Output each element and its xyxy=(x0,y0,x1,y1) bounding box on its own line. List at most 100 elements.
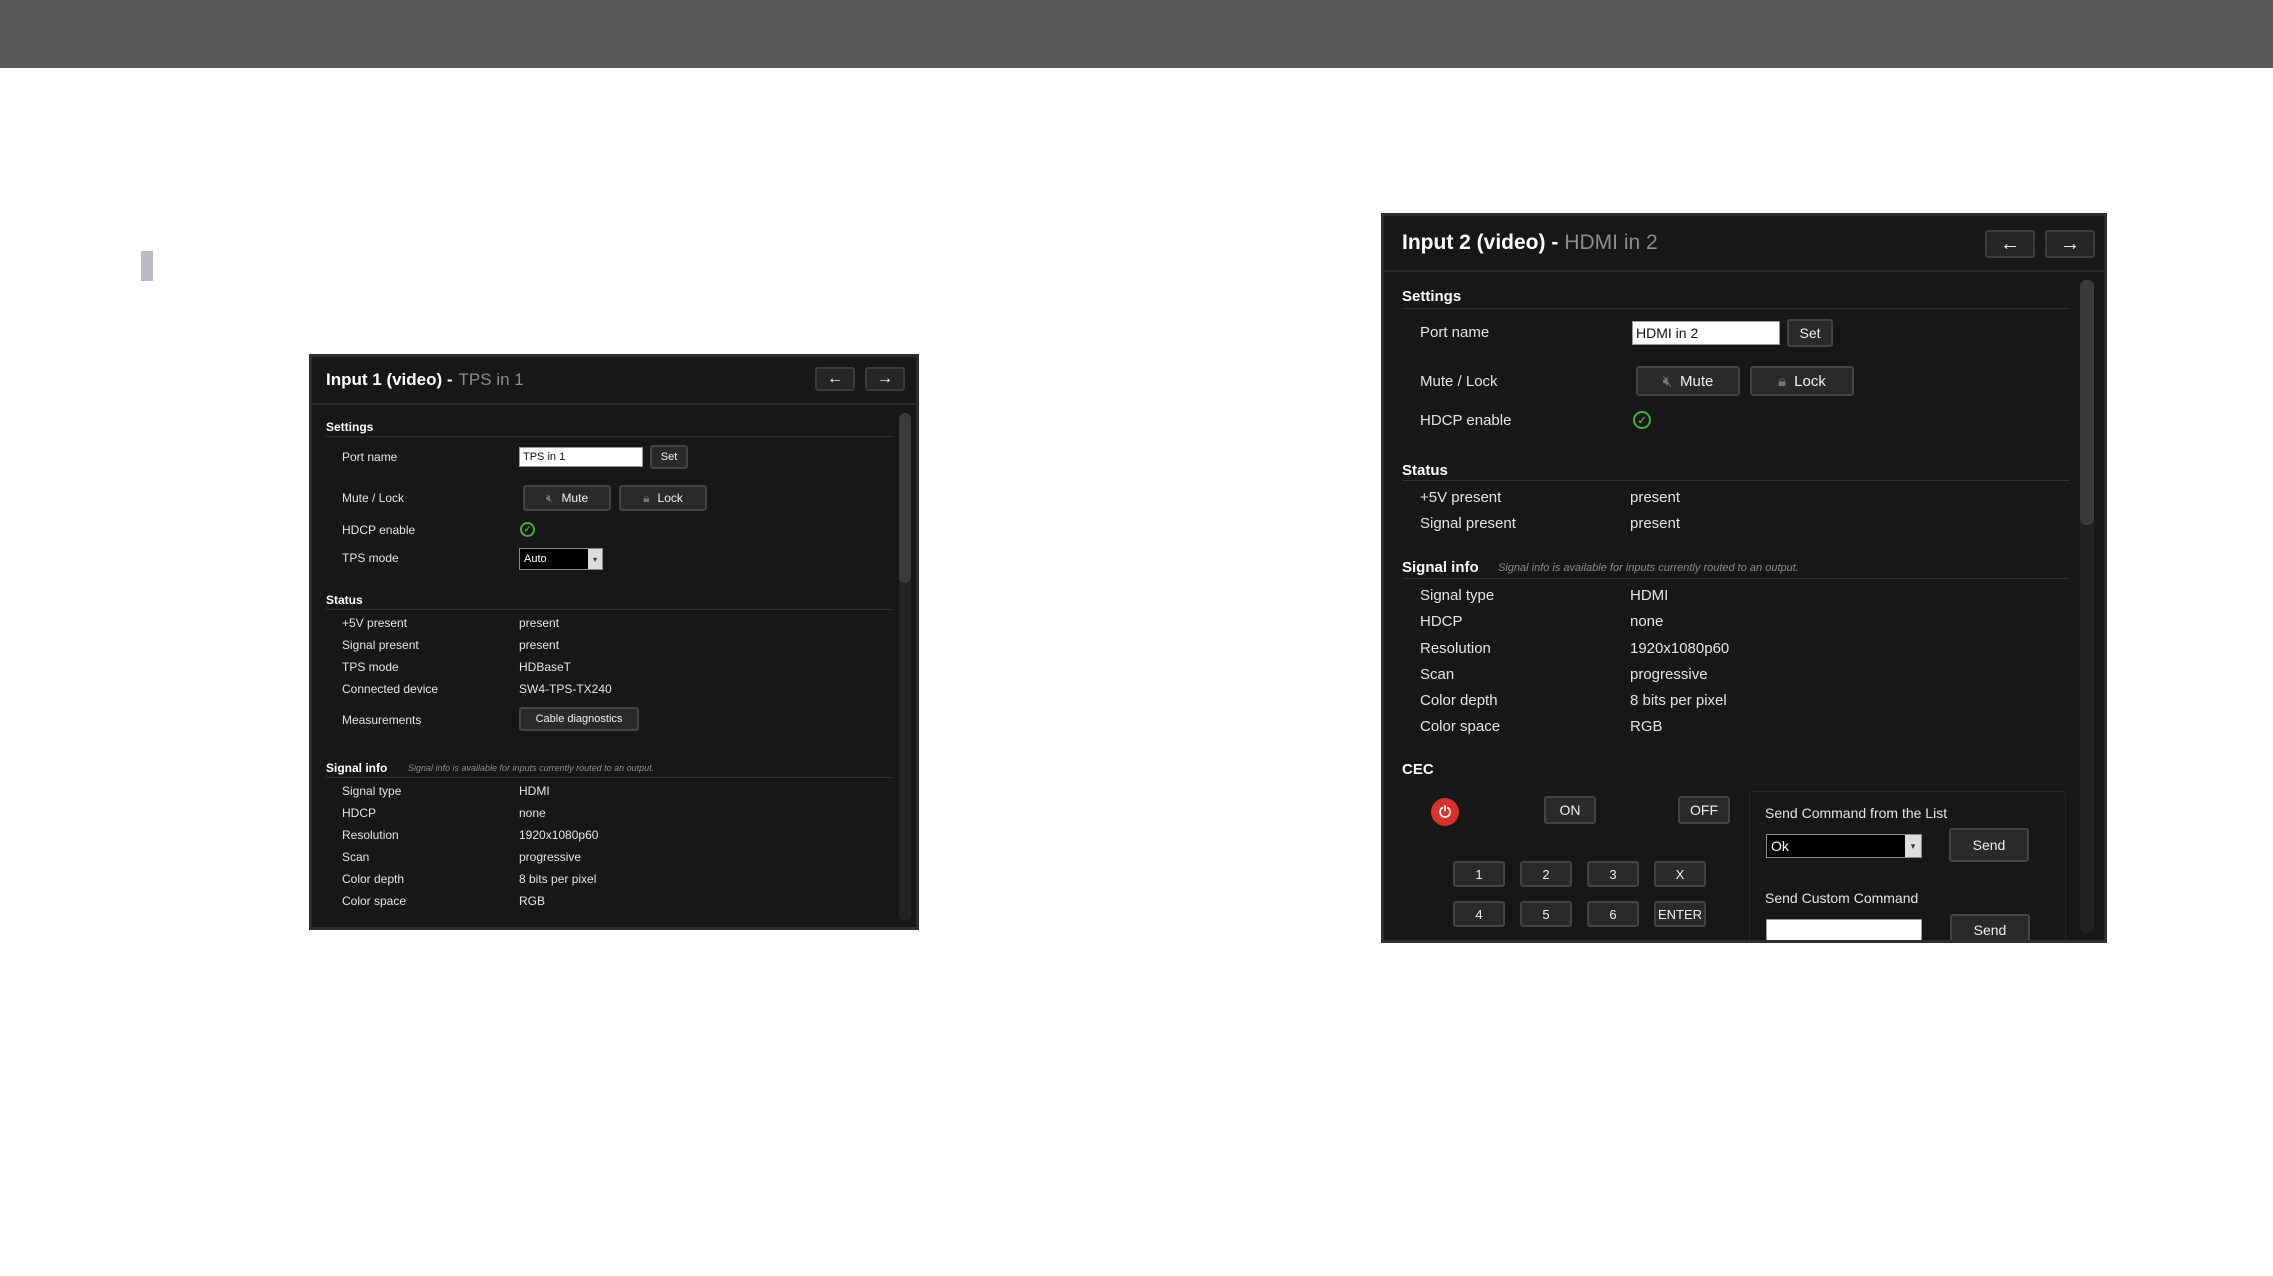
signal-info-label: Resolution xyxy=(1420,640,1491,657)
scrollbar-thumb[interactable] xyxy=(2080,280,2094,525)
lock-label: Lock xyxy=(657,491,683,505)
status-value: present xyxy=(519,616,560,630)
signal-info-label: Signal type xyxy=(1420,587,1495,604)
port-name-input[interactable]: TPS in 1 xyxy=(519,447,643,467)
tps-mode-select[interactable]: Auto ▾ xyxy=(519,548,603,570)
signal-info-label: Signal type xyxy=(342,784,402,798)
mute-button[interactable]: 🔇︎ Mute xyxy=(1636,366,1740,396)
signal-info-value: HDMI xyxy=(519,784,550,798)
chevron-down-icon: ▾ xyxy=(588,549,602,569)
arrow-left-icon: ← xyxy=(2000,232,2020,255)
cec-key-button[interactable]: 1 xyxy=(1453,861,1505,887)
signal-info-label: Scan xyxy=(1420,666,1455,683)
hdcp-enable-label: HDCP enable xyxy=(342,523,416,537)
signal-info-label: HDCP xyxy=(1420,613,1463,630)
signal-info-label: Color space xyxy=(342,894,407,908)
cec-key-button[interactable]: ENTER xyxy=(1654,901,1706,927)
signal-info-value: RGB xyxy=(1630,718,1663,735)
cec-key-button[interactable]: X xyxy=(1654,861,1706,887)
status-value: SW4-TPS-TX240 xyxy=(519,682,612,696)
signal-info-label: HDCP xyxy=(342,806,377,820)
signal-info-heading: Signal info xyxy=(1402,559,1479,576)
prev-port-button[interactable]: ← xyxy=(1985,230,2035,258)
cec-command-value: Ok xyxy=(1771,838,1789,854)
lock-icon: 🔒︎ xyxy=(1778,372,1787,390)
mute-icon: 🔇︎ xyxy=(545,490,554,505)
cable-diagnostics-button[interactable]: Cable diagnostics xyxy=(519,707,639,731)
lock-button[interactable]: 🔒︎ Lock xyxy=(1750,366,1854,396)
signal-info-value: none xyxy=(519,806,546,820)
scrollbar[interactable] xyxy=(899,413,911,921)
signal-info-value: 1920x1080p60 xyxy=(1630,640,1730,657)
cec-off-button[interactable]: OFF xyxy=(1678,796,1730,824)
panel-subtitle: HDMI in 2 xyxy=(1564,231,1658,254)
signal-info-value: RGB xyxy=(519,894,546,908)
chevron-down-icon: ▾ xyxy=(1905,835,1921,857)
send-list-button[interactable]: Send xyxy=(1949,828,2029,862)
next-port-button[interactable]: → xyxy=(865,367,905,391)
cec-on-button[interactable]: ON xyxy=(1544,796,1596,824)
arrow-left-icon: ← xyxy=(827,370,843,387)
cec-key-button[interactable]: 4 xyxy=(1453,901,1505,927)
mute-label: Mute xyxy=(1680,372,1714,390)
mute-lock-label: Mute / Lock xyxy=(1420,373,1498,390)
mute-icon: 🔇︎ xyxy=(1662,372,1673,390)
cec-heading: CEC xyxy=(1402,761,1434,778)
settings-heading: Settings xyxy=(326,420,374,434)
panel-title: Input 2 (video) - xyxy=(1402,231,1559,254)
measurements-label: Measurements xyxy=(342,713,422,727)
cec-key-button[interactable]: 5 xyxy=(1520,901,1572,927)
settings-heading: Settings xyxy=(1402,288,1462,305)
signal-info-value: 1920x1080p60 xyxy=(519,828,599,842)
tps-mode-value: Auto xyxy=(524,553,547,565)
lock-icon: 🔒︎ xyxy=(643,490,650,505)
divider xyxy=(1402,578,2070,579)
arrow-right-icon: → xyxy=(877,370,893,387)
tps-mode-label: TPS mode xyxy=(342,551,399,565)
port-name-label: Port name xyxy=(342,450,398,464)
signal-info-value: 8 bits per pixel xyxy=(519,872,597,886)
signal-info-label: Color depth xyxy=(342,872,405,886)
signal-info-note: Signal info is available for inputs curr… xyxy=(408,763,655,773)
signal-info-value: 8 bits per pixel xyxy=(1630,692,1727,709)
cec-key-button[interactable]: 2 xyxy=(1520,861,1572,887)
status-label: +5V present xyxy=(1420,489,1502,506)
next-port-button[interactable]: → xyxy=(2045,230,2095,258)
status-label: Signal present xyxy=(342,638,419,652)
check-circle-icon[interactable]: ✓ xyxy=(520,522,535,537)
cec-key-button[interactable]: 3 xyxy=(1587,861,1639,887)
port-name-label: Port name xyxy=(1420,324,1490,341)
cec-command-select[interactable]: Ok ▾ xyxy=(1766,834,1922,858)
set-button[interactable]: Set xyxy=(650,445,688,469)
divider xyxy=(326,777,892,778)
custom-command-input[interactable] xyxy=(1766,919,1922,940)
divider xyxy=(326,436,892,437)
mute-label: Mute xyxy=(561,491,589,505)
status-value: present xyxy=(519,638,560,652)
input-2-panel: Input 2 (video) - HDMI in 2 ← → Settings… xyxy=(1381,213,2107,943)
mute-lock-label: Mute / Lock xyxy=(342,491,405,505)
lock-button[interactable]: 🔒︎ Lock xyxy=(619,485,707,511)
status-label: Connected device xyxy=(342,682,439,696)
status-value: present xyxy=(1630,489,1681,506)
signal-info-label: Scan xyxy=(342,850,370,864)
signal-info-value: progressive xyxy=(1630,666,1708,683)
check-circle-icon[interactable]: ✓ xyxy=(1633,411,1651,429)
port-name-input[interactable]: HDMI in 2 xyxy=(1632,321,1780,345)
scrollbar[interactable] xyxy=(2080,280,2094,933)
power-icon[interactable]: ⏻ xyxy=(1431,798,1459,826)
set-button[interactable]: Set xyxy=(1787,319,1833,347)
prev-port-button[interactable]: ← xyxy=(815,367,855,391)
cec-key-button[interactable]: 6 xyxy=(1587,901,1639,927)
status-label: +5V present xyxy=(342,616,408,630)
mute-button[interactable]: 🔇︎ Mute xyxy=(523,485,611,511)
panel-title: Input 1 (video) - xyxy=(326,370,453,389)
signal-info-note: Signal info is available for inputs curr… xyxy=(1498,562,1799,574)
send-list-heading: Send Command from the List xyxy=(1765,805,1948,821)
top-bar xyxy=(0,0,2273,68)
lock-label: Lock xyxy=(1794,372,1826,390)
send-custom-button[interactable]: Send xyxy=(1950,914,2030,940)
scrollbar-thumb[interactable] xyxy=(899,413,911,583)
divider xyxy=(1402,480,2070,481)
status-heading: Status xyxy=(1402,462,1448,479)
